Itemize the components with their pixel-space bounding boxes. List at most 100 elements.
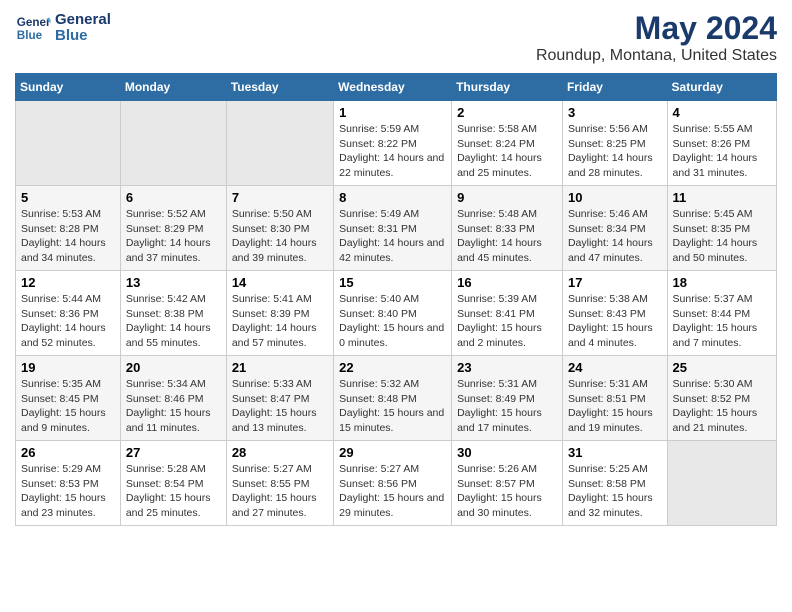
cell-info: Sunrise: 5:29 AMSunset: 8:53 PMDaylight:… bbox=[21, 462, 115, 521]
cell-sunrise: Sunrise: 5:52 AM bbox=[126, 207, 221, 222]
cell-day-number: 26 bbox=[21, 445, 115, 460]
cell-sunrise: Sunrise: 5:39 AM bbox=[457, 292, 557, 307]
calendar-cell: 22 Sunrise: 5:32 AMSunset: 8:48 PMDayligh… bbox=[334, 356, 452, 441]
svg-text:Blue: Blue bbox=[17, 29, 43, 42]
cell-day-number: 10 bbox=[568, 190, 662, 205]
cell-sunset: Sunset: 8:24 PM bbox=[457, 137, 557, 152]
calendar-cell: 31Sunrise: 5:25 AMSunset: 8:58 PMDayligh… bbox=[562, 441, 667, 526]
cell-sunrise: Sunrise: 5:55 AM bbox=[673, 122, 771, 137]
cell-sunset: Sunset: 8:58 PM bbox=[568, 477, 662, 492]
calendar-cell: 8Sunrise: 5:49 AMSunset: 8:31 PMDaylight… bbox=[334, 186, 452, 271]
calendar-cell: 29Sunrise: 5:27 AMSunset: 8:56 PMDayligh… bbox=[334, 441, 452, 526]
cell-daylight: Daylight: 15 hours and 23 minutes. bbox=[21, 491, 115, 520]
cell-day-number: 30 bbox=[457, 445, 557, 460]
cell-info: Sunrise: 5:30 AMSunset: 8:52 PMDaylight:… bbox=[673, 377, 771, 436]
cell-day-number: 22 bbox=[339, 360, 446, 375]
cell-day-number: 13 bbox=[126, 275, 221, 290]
cell-sunset: Sunset: 8:31 PM bbox=[339, 222, 446, 237]
cell-sunset: Sunset: 8:55 PM bbox=[232, 477, 328, 492]
cell-sunset: Sunset: 8:36 PM bbox=[21, 307, 115, 322]
cell-daylight: Daylight: 15 hours and 30 minutes. bbox=[457, 491, 557, 520]
cell-daylight: Daylight: 14 hours and 55 minutes. bbox=[126, 321, 221, 350]
calendar-header-row: SundayMondayTuesdayWednesdayThursdayFrid… bbox=[16, 74, 777, 101]
calendar-cell: 24Sunrise: 5:31 AMSunset: 8:51 PMDayligh… bbox=[562, 356, 667, 441]
svg-text:General: General bbox=[17, 16, 51, 29]
cell-sunrise: Sunrise: 5:27 AM bbox=[232, 462, 328, 477]
cell-info: Sunrise: 5:37 AMSunset: 8:44 PMDaylight:… bbox=[673, 292, 771, 351]
cell-daylight: Daylight: 14 hours and 57 minutes. bbox=[232, 321, 328, 350]
cell-sunrise: Sunrise: 5:34 AM bbox=[126, 377, 221, 392]
calendar-cell: 28Sunrise: 5:27 AMSunset: 8:55 PMDayligh… bbox=[226, 441, 333, 526]
calendar-cell: 17Sunrise: 5:38 AMSunset: 8:43 PMDayligh… bbox=[562, 271, 667, 356]
cell-info: Sunrise: 5:42 AMSunset: 8:38 PMDaylight:… bbox=[126, 292, 221, 351]
cell-sunrise: Sunrise: 5:27 AM bbox=[339, 462, 446, 477]
cell-day-number: 1 bbox=[339, 105, 446, 120]
cell-day-number: 17 bbox=[568, 275, 662, 290]
cell-day-number: 23 bbox=[457, 360, 557, 375]
cell-sunset: Sunset: 8:48 PM bbox=[339, 392, 446, 407]
cell-info: Sunrise: 5:58 AMSunset: 8:24 PMDaylight:… bbox=[457, 122, 557, 181]
cell-day-number: 31 bbox=[568, 445, 662, 460]
cell-day-number: 6 bbox=[126, 190, 221, 205]
cell-daylight: Daylight: 14 hours and 45 minutes. bbox=[457, 236, 557, 265]
logo-general: General bbox=[55, 12, 111, 29]
calendar-title: May 2024 bbox=[536, 10, 777, 47]
calendar-cell: 7Sunrise: 5:50 AMSunset: 8:30 PMDaylight… bbox=[226, 186, 333, 271]
cell-sunset: Sunset: 8:44 PM bbox=[673, 307, 771, 322]
cell-daylight: Daylight: 15 hours and 11 minutes. bbox=[126, 406, 221, 435]
calendar-cell: 1 Sunrise: 5:59 AMSunset: 8:22 PMDaylight… bbox=[334, 101, 452, 186]
cell-sunrise: Sunrise: 5:29 AM bbox=[21, 462, 115, 477]
cell-day-number: 4 bbox=[673, 105, 771, 120]
cell-info: Sunrise: 5:52 AMSunset: 8:29 PMDaylight:… bbox=[126, 207, 221, 266]
cell-daylight: Daylight: 15 hours and 9 minutes. bbox=[21, 406, 115, 435]
cell-sunrise: Sunrise: 5:50 AM bbox=[232, 207, 328, 222]
cell-info: Sunrise: 5:46 AMSunset: 8:34 PMDaylight:… bbox=[568, 207, 662, 266]
cell-sunset: Sunset: 8:53 PM bbox=[21, 477, 115, 492]
cell-info: Sunrise: 5:32 AMSunset: 8:48 PMDaylight:… bbox=[339, 377, 446, 436]
cell-sunset: Sunset: 8:30 PM bbox=[232, 222, 328, 237]
cell-daylight: Daylight: 15 hours and 13 minutes. bbox=[232, 406, 328, 435]
cell-info: Sunrise: 5:27 AMSunset: 8:55 PMDaylight:… bbox=[232, 462, 328, 521]
cell-info: Sunrise: 5:59 AMSunset: 8:22 PMDaylight:… bbox=[339, 122, 446, 181]
calendar-cell: 14Sunrise: 5:41 AMSunset: 8:39 PMDayligh… bbox=[226, 271, 333, 356]
cell-info: Sunrise: 5:56 AMSunset: 8:25 PMDaylight:… bbox=[568, 122, 662, 181]
cell-daylight: Daylight: 15 hours and 29 minutes. bbox=[339, 491, 446, 520]
cell-sunrise: Sunrise: 5:48 AM bbox=[457, 207, 557, 222]
logo-blue: Blue bbox=[55, 28, 111, 45]
cell-info: Sunrise: 5:40 AMSunset: 8:40 PMDaylight:… bbox=[339, 292, 446, 351]
calendar-cell: 23 Sunrise: 5:31 AMSunset: 8:49 PMDayligh… bbox=[452, 356, 563, 441]
week-row-5: 26Sunrise: 5:29 AMSunset: 8:53 PMDayligh… bbox=[16, 441, 777, 526]
cell-daylight: Daylight: 14 hours and 52 minutes. bbox=[21, 321, 115, 350]
cell-sunset: Sunset: 8:41 PM bbox=[457, 307, 557, 322]
cell-day-number: 21 bbox=[232, 360, 328, 375]
cell-sunrise: Sunrise: 5:42 AM bbox=[126, 292, 221, 307]
column-header-tuesday: Tuesday bbox=[226, 74, 333, 101]
cell-daylight: Daylight: 14 hours and 22 minutes. bbox=[339, 151, 446, 180]
calendar-table: SundayMondayTuesdayWednesdayThursdayFrid… bbox=[15, 73, 777, 526]
week-row-4: 19Sunrise: 5:35 AMSunset: 8:45 PMDayligh… bbox=[16, 356, 777, 441]
calendar-cell bbox=[120, 101, 226, 186]
cell-sunrise: Sunrise: 5:31 AM bbox=[457, 377, 557, 392]
cell-sunrise: Sunrise: 5:38 AM bbox=[568, 292, 662, 307]
calendar-cell: 5Sunrise: 5:53 AMSunset: 8:28 PMDaylight… bbox=[16, 186, 121, 271]
cell-sunset: Sunset: 8:34 PM bbox=[568, 222, 662, 237]
cell-sunset: Sunset: 8:39 PM bbox=[232, 307, 328, 322]
week-row-1: 1 Sunrise: 5:59 AMSunset: 8:22 PMDaylight… bbox=[16, 101, 777, 186]
cell-daylight: Daylight: 15 hours and 25 minutes. bbox=[126, 491, 221, 520]
cell-daylight: Daylight: 15 hours and 0 minutes. bbox=[339, 321, 446, 350]
cell-sunset: Sunset: 8:29 PM bbox=[126, 222, 221, 237]
cell-sunrise: Sunrise: 5:35 AM bbox=[21, 377, 115, 392]
cell-daylight: Daylight: 15 hours and 17 minutes. bbox=[457, 406, 557, 435]
calendar-cell: 13 Sunrise: 5:42 AMSunset: 8:38 PMDayligh… bbox=[120, 271, 226, 356]
calendar-cell: 21Sunrise: 5:33 AMSunset: 8:47 PMDayligh… bbox=[226, 356, 333, 441]
title-area: May 2024 Roundup, Montana, United States bbox=[536, 10, 777, 65]
cell-sunrise: Sunrise: 5:33 AM bbox=[232, 377, 328, 392]
cell-sunrise: Sunrise: 5:49 AM bbox=[339, 207, 446, 222]
cell-info: Sunrise: 5:31 AMSunset: 8:49 PMDaylight:… bbox=[457, 377, 557, 436]
calendar-cell: 30 Sunrise: 5:26 AMSunset: 8:57 PMDayligh… bbox=[452, 441, 563, 526]
column-header-sunday: Sunday bbox=[16, 74, 121, 101]
column-header-monday: Monday bbox=[120, 74, 226, 101]
cell-info: Sunrise: 5:26 AMSunset: 8:57 PMDaylight:… bbox=[457, 462, 557, 521]
column-header-friday: Friday bbox=[562, 74, 667, 101]
cell-sunrise: Sunrise: 5:26 AM bbox=[457, 462, 557, 477]
